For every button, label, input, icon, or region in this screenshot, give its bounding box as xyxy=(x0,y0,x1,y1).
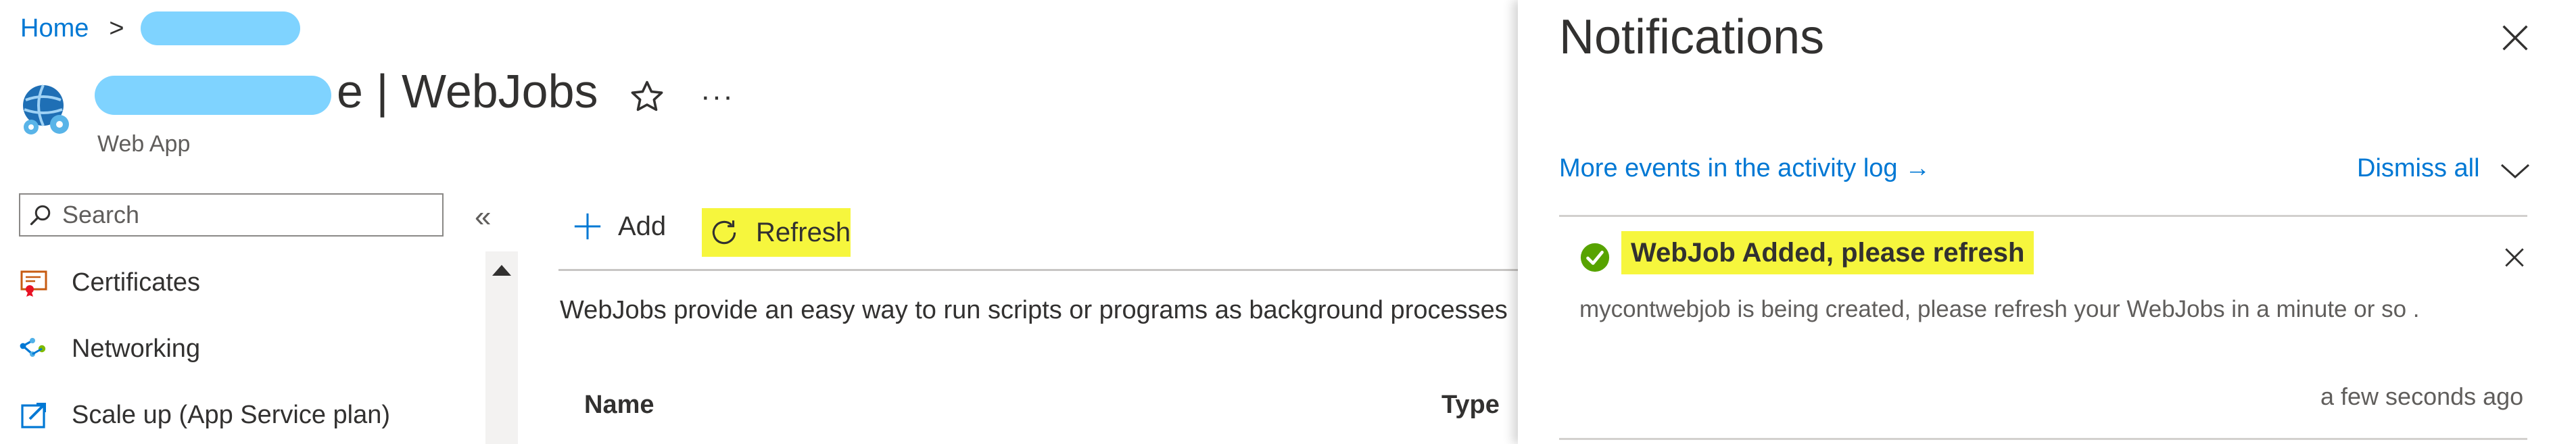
add-button[interactable]: Add xyxy=(572,211,666,242)
search-icon xyxy=(28,203,53,227)
breadcrumb: Home > xyxy=(20,9,300,47)
sidebar-item-label: Scale up (App Service plan) xyxy=(72,400,391,429)
notification-divider xyxy=(1559,438,2527,440)
favorite-star-icon[interactable] xyxy=(629,78,665,115)
breadcrumb-separator: > xyxy=(109,14,124,43)
scroll-up-arrow-icon[interactable] xyxy=(492,265,511,276)
web-app-icon xyxy=(16,80,77,141)
sidebar-item-certificates[interactable]: Certificates xyxy=(18,262,200,303)
success-check-icon xyxy=(1579,242,1611,273)
refresh-icon xyxy=(707,216,741,249)
webjobs-description: WebJobs provide an easy way to run scrip… xyxy=(560,296,1508,324)
notification-message: mycontwebjob is being created, please re… xyxy=(1579,296,2420,322)
more-options-button[interactable]: ··· xyxy=(700,80,734,114)
chevron-down-icon[interactable] xyxy=(2499,161,2531,181)
notification-timestamp: a few seconds ago xyxy=(2320,383,2524,410)
column-header-type[interactable]: Type xyxy=(1441,391,1500,420)
dismiss-notification-icon[interactable] xyxy=(2502,245,2527,270)
redacted-breadcrumb-segment xyxy=(140,11,300,45)
sidebar-item-networking[interactable]: Networking xyxy=(18,328,200,369)
scale-up-icon xyxy=(18,397,53,433)
notifications-title: Notifications xyxy=(1559,10,1825,64)
column-header-name[interactable]: Name xyxy=(584,391,654,420)
activity-log-link[interactable]: More events in the activity log → xyxy=(1559,154,1930,183)
search-placeholder: Search xyxy=(62,201,140,228)
page-title: e | WebJobs xyxy=(337,65,598,118)
sidebar-scrollbar[interactable] xyxy=(485,251,518,444)
plus-icon xyxy=(572,211,603,242)
sidebar-item-scale-up[interactable]: Scale up (App Service plan) xyxy=(18,395,390,435)
refresh-button-label: Refresh xyxy=(756,217,851,247)
notification-title: WebJob Added, please refresh xyxy=(1621,231,2034,274)
close-notifications-icon[interactable] xyxy=(2498,20,2533,55)
notifications-divider xyxy=(1559,215,2527,217)
page-subtitle: Web App xyxy=(97,131,191,157)
sidebar-item-label: Certificates xyxy=(72,268,201,297)
add-button-label: Add xyxy=(618,211,667,241)
refresh-button[interactable]: Refresh xyxy=(702,208,851,257)
toolbar-divider xyxy=(558,269,1519,271)
dismiss-all-button[interactable]: Dismiss all xyxy=(2357,154,2480,183)
networking-icon xyxy=(18,331,53,366)
collapse-sidebar-button[interactable]: « xyxy=(475,200,491,234)
sidebar-item-label: Networking xyxy=(72,334,201,363)
notifications-panel xyxy=(1518,0,2576,444)
redacted-app-name xyxy=(95,76,331,115)
certificate-icon xyxy=(18,265,53,300)
sidebar-search-input[interactable]: Search xyxy=(19,193,444,237)
breadcrumb-home-link[interactable]: Home xyxy=(20,14,89,43)
